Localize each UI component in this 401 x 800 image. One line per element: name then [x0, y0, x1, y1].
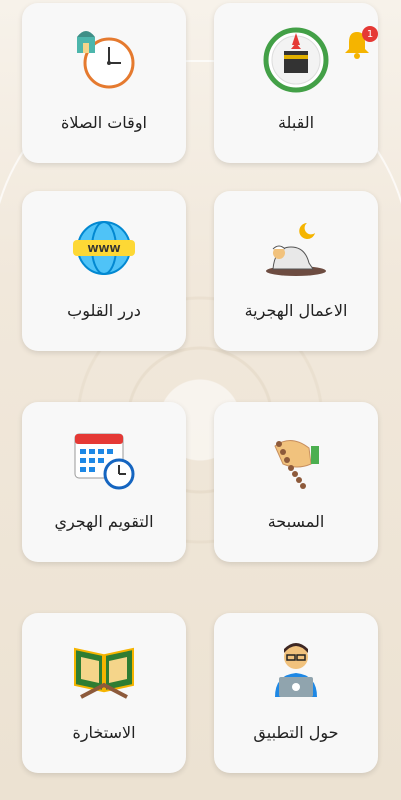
- card-istikhara[interactable]: الاستخارة: [22, 613, 186, 773]
- card-prayer-times[interactable]: اوقات الصلاة: [22, 3, 186, 163]
- notification-badge: 1: [362, 26, 378, 42]
- card-label: التقويم الهجري: [54, 512, 153, 531]
- card-label: درر القلوب: [67, 301, 141, 320]
- www-globe-icon: WWW: [69, 213, 139, 283]
- svg-text:WWW: WWW: [87, 244, 120, 255]
- praying-person-icon: [261, 213, 331, 283]
- mosque-clock-icon: [69, 25, 139, 95]
- card-hijri-deeds[interactable]: الاعمال الهجرية: [214, 191, 378, 351]
- card-label: الاستخارة: [72, 723, 135, 742]
- developer-laptop-icon: [261, 635, 331, 705]
- calendar-clock-icon: [69, 424, 139, 494]
- card-label: المسبحة: [268, 512, 325, 531]
- card-hijri-calendar[interactable]: التقويم الهجري: [22, 402, 186, 562]
- card-label: اوقات الصلاة: [61, 113, 147, 132]
- card-tasbih[interactable]: المسبحة: [214, 402, 378, 562]
- quran-book-icon: [69, 635, 139, 705]
- prayer-beads-icon: [261, 424, 331, 494]
- card-label: القبلة: [278, 113, 314, 132]
- card-label: حول التطبيق: [253, 723, 338, 742]
- card-about-app[interactable]: حول التطبيق: [214, 613, 378, 773]
- card-label: الاعمال الهجرية: [245, 301, 348, 320]
- kaaba-compass-icon: [261, 25, 331, 95]
- card-qibla[interactable]: القبلة: [214, 3, 378, 163]
- card-durar-alqulub[interactable]: WWW درر القلوب: [22, 191, 186, 351]
